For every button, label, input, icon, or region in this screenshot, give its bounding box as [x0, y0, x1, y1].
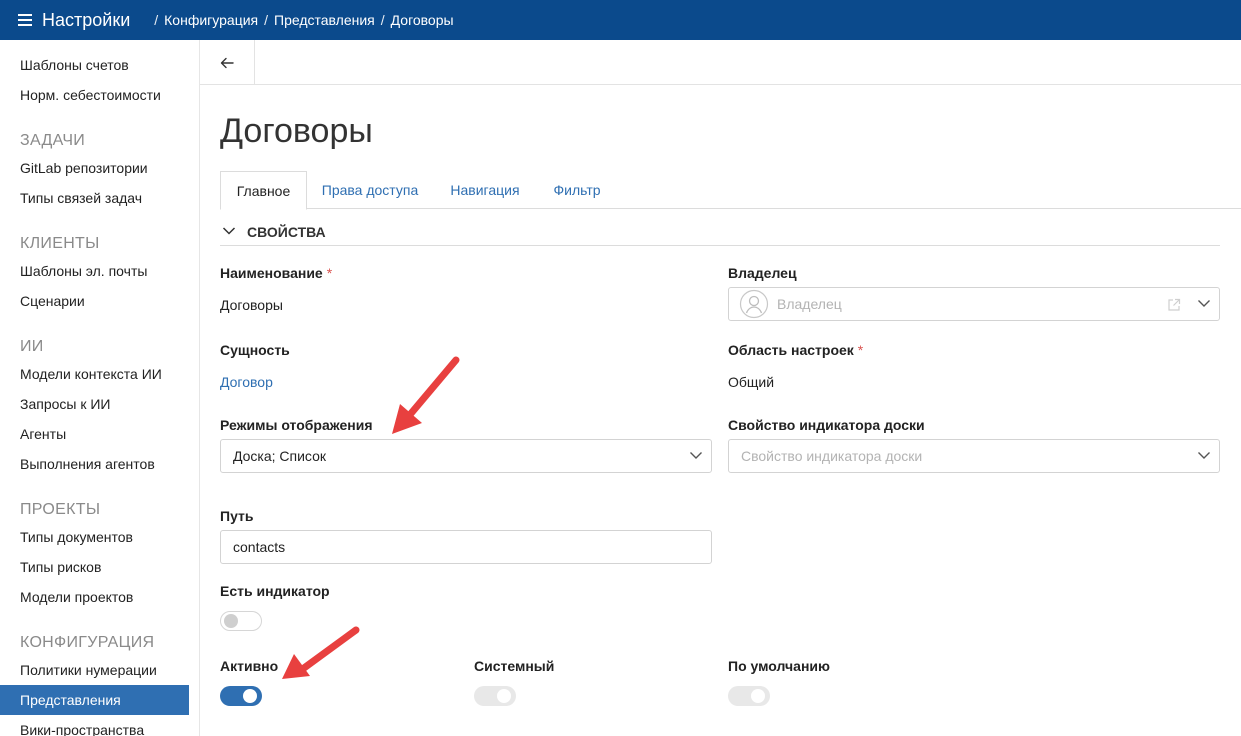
has-indicator-toggle[interactable]: [220, 611, 262, 631]
scope-value: Общий: [728, 374, 775, 390]
app-title[interactable]: Настройки: [42, 10, 130, 31]
name-value: Договоры: [220, 297, 283, 313]
chevron-down-icon: [690, 452, 702, 459]
owner-label: Владелец: [728, 265, 797, 281]
entity-label: Сущность: [220, 342, 290, 358]
path-value: contacts: [233, 539, 286, 555]
scope-label: Область настроек *: [728, 342, 863, 358]
breadcrumb-configuration[interactable]: Конфигурация: [164, 12, 258, 28]
owner-placeholder: Владелец: [777, 296, 842, 312]
hamburger-menu-icon[interactable]: [18, 14, 32, 26]
sidebar-group-tasks: ЗАДАЧИ: [20, 132, 86, 149]
display-modes-value: Доска; Список: [233, 448, 327, 464]
sidebar-group-clients: КЛИЕНТЫ: [20, 235, 100, 252]
sidebar-item-ai-context-models[interactable]: Модели контекста ИИ: [20, 366, 162, 382]
sidebar-group-ai: ИИ: [20, 338, 44, 355]
entity-link[interactable]: Договор: [220, 374, 273, 390]
display-modes-select[interactable]: Доска; Список: [220, 439, 712, 473]
chevron-down-icon[interactable]: [1197, 298, 1211, 308]
default-label: По умолчанию: [728, 658, 830, 674]
section-title: СВОЙСТВА: [247, 224, 326, 240]
breadcrumb-current: Договоры: [390, 12, 454, 28]
sidebar: Шаблоны счетов Норм. себестоимости ЗАДАЧ…: [0, 40, 200, 736]
main-content: Договоры Главное Права доступа Навигация…: [200, 40, 1241, 736]
required-mark: *: [857, 342, 864, 358]
system-toggle[interactable]: [474, 686, 516, 706]
default-toggle[interactable]: [728, 686, 770, 706]
sidebar-item-document-types[interactable]: Типы документов: [20, 529, 133, 545]
sidebar-group-configuration: КОНФИГУРАЦИЯ: [20, 634, 155, 651]
active-toggle[interactable]: [220, 686, 262, 706]
display-modes-label: Режимы отображения: [220, 417, 373, 433]
annotation-arrow-display-modes: [392, 356, 460, 434]
annotation-arrow-active: [282, 626, 360, 679]
sidebar-item-risk-types[interactable]: Типы рисков: [20, 559, 101, 575]
sidebar-group-projects: ПРОЕКТЫ: [20, 501, 101, 518]
sidebar-item-email-templates[interactable]: Шаблоны эл. почты: [20, 263, 147, 279]
name-label: Наименование *: [220, 265, 332, 281]
has-indicator-label: Есть индикатор: [220, 583, 330, 599]
sidebar-item-task-link-types[interactable]: Типы связей задач: [20, 190, 142, 206]
back-button[interactable]: [200, 40, 255, 85]
sidebar-item-ai-requests[interactable]: Запросы к ИИ: [20, 396, 111, 412]
tab-bar: Главное Права доступа Навигация Фильтр: [220, 171, 1241, 210]
name-label-text: Наименование: [220, 265, 323, 281]
sidebar-item-gitlab-repos[interactable]: GitLab репозитории: [20, 160, 148, 176]
board-indicator-placeholder: Свойство индикатора доски: [741, 448, 923, 464]
scope-label-text: Область настроек: [728, 342, 854, 358]
board-indicator-select[interactable]: Свойство индикатора доски: [728, 439, 1220, 473]
properties-section-header[interactable]: СВОЙСТВА: [220, 224, 1220, 246]
sidebar-item-wiki-spaces[interactable]: Вики-пространства: [20, 722, 144, 736]
tab-navigation[interactable]: Навигация: [436, 171, 534, 209]
arrow-left-icon: [220, 57, 234, 68]
user-avatar-icon: [739, 289, 769, 319]
tab-main[interactable]: Главное: [220, 171, 307, 210]
required-mark: *: [326, 265, 333, 281]
toolbar: [200, 40, 1241, 85]
board-indicator-label: Свойство индикатора доски: [728, 417, 925, 433]
system-label: Системный: [474, 658, 555, 674]
sidebar-item-agent-runs[interactable]: Выполнения агентов: [20, 456, 155, 472]
path-input[interactable]: contacts: [220, 530, 712, 564]
path-label: Путь: [220, 508, 254, 524]
breadcrumb-views[interactable]: Представления: [274, 12, 375, 28]
top-bar: Настройки / Конфигурация / Представления…: [0, 0, 1241, 40]
sidebar-item-numbering-policies[interactable]: Политики нумерации: [20, 662, 157, 678]
tab-filter[interactable]: Фильтр: [540, 171, 614, 209]
sidebar-item-project-models[interactable]: Модели проектов: [20, 589, 133, 605]
page-title: Договоры: [220, 112, 373, 150]
sidebar-item-views[interactable]: Представления: [0, 685, 189, 715]
active-label: Активно: [220, 658, 279, 674]
owner-picker[interactable]: Владелец: [728, 287, 1220, 321]
open-link-icon[interactable]: [1167, 298, 1181, 312]
sidebar-item-cost-norms[interactable]: Норм. себестоимости: [20, 87, 161, 103]
sidebar-item-invoice-templates[interactable]: Шаблоны счетов: [20, 57, 129, 73]
breadcrumb: / Конфигурация / Представления / Договор…: [154, 12, 454, 28]
chevron-down-icon: [222, 227, 236, 235]
sidebar-item-agents[interactable]: Агенты: [20, 426, 66, 442]
chevron-down-icon: [1198, 452, 1210, 459]
sidebar-item-scenarios[interactable]: Сценарии: [20, 293, 85, 309]
tab-access-rights[interactable]: Права доступа: [311, 171, 429, 209]
